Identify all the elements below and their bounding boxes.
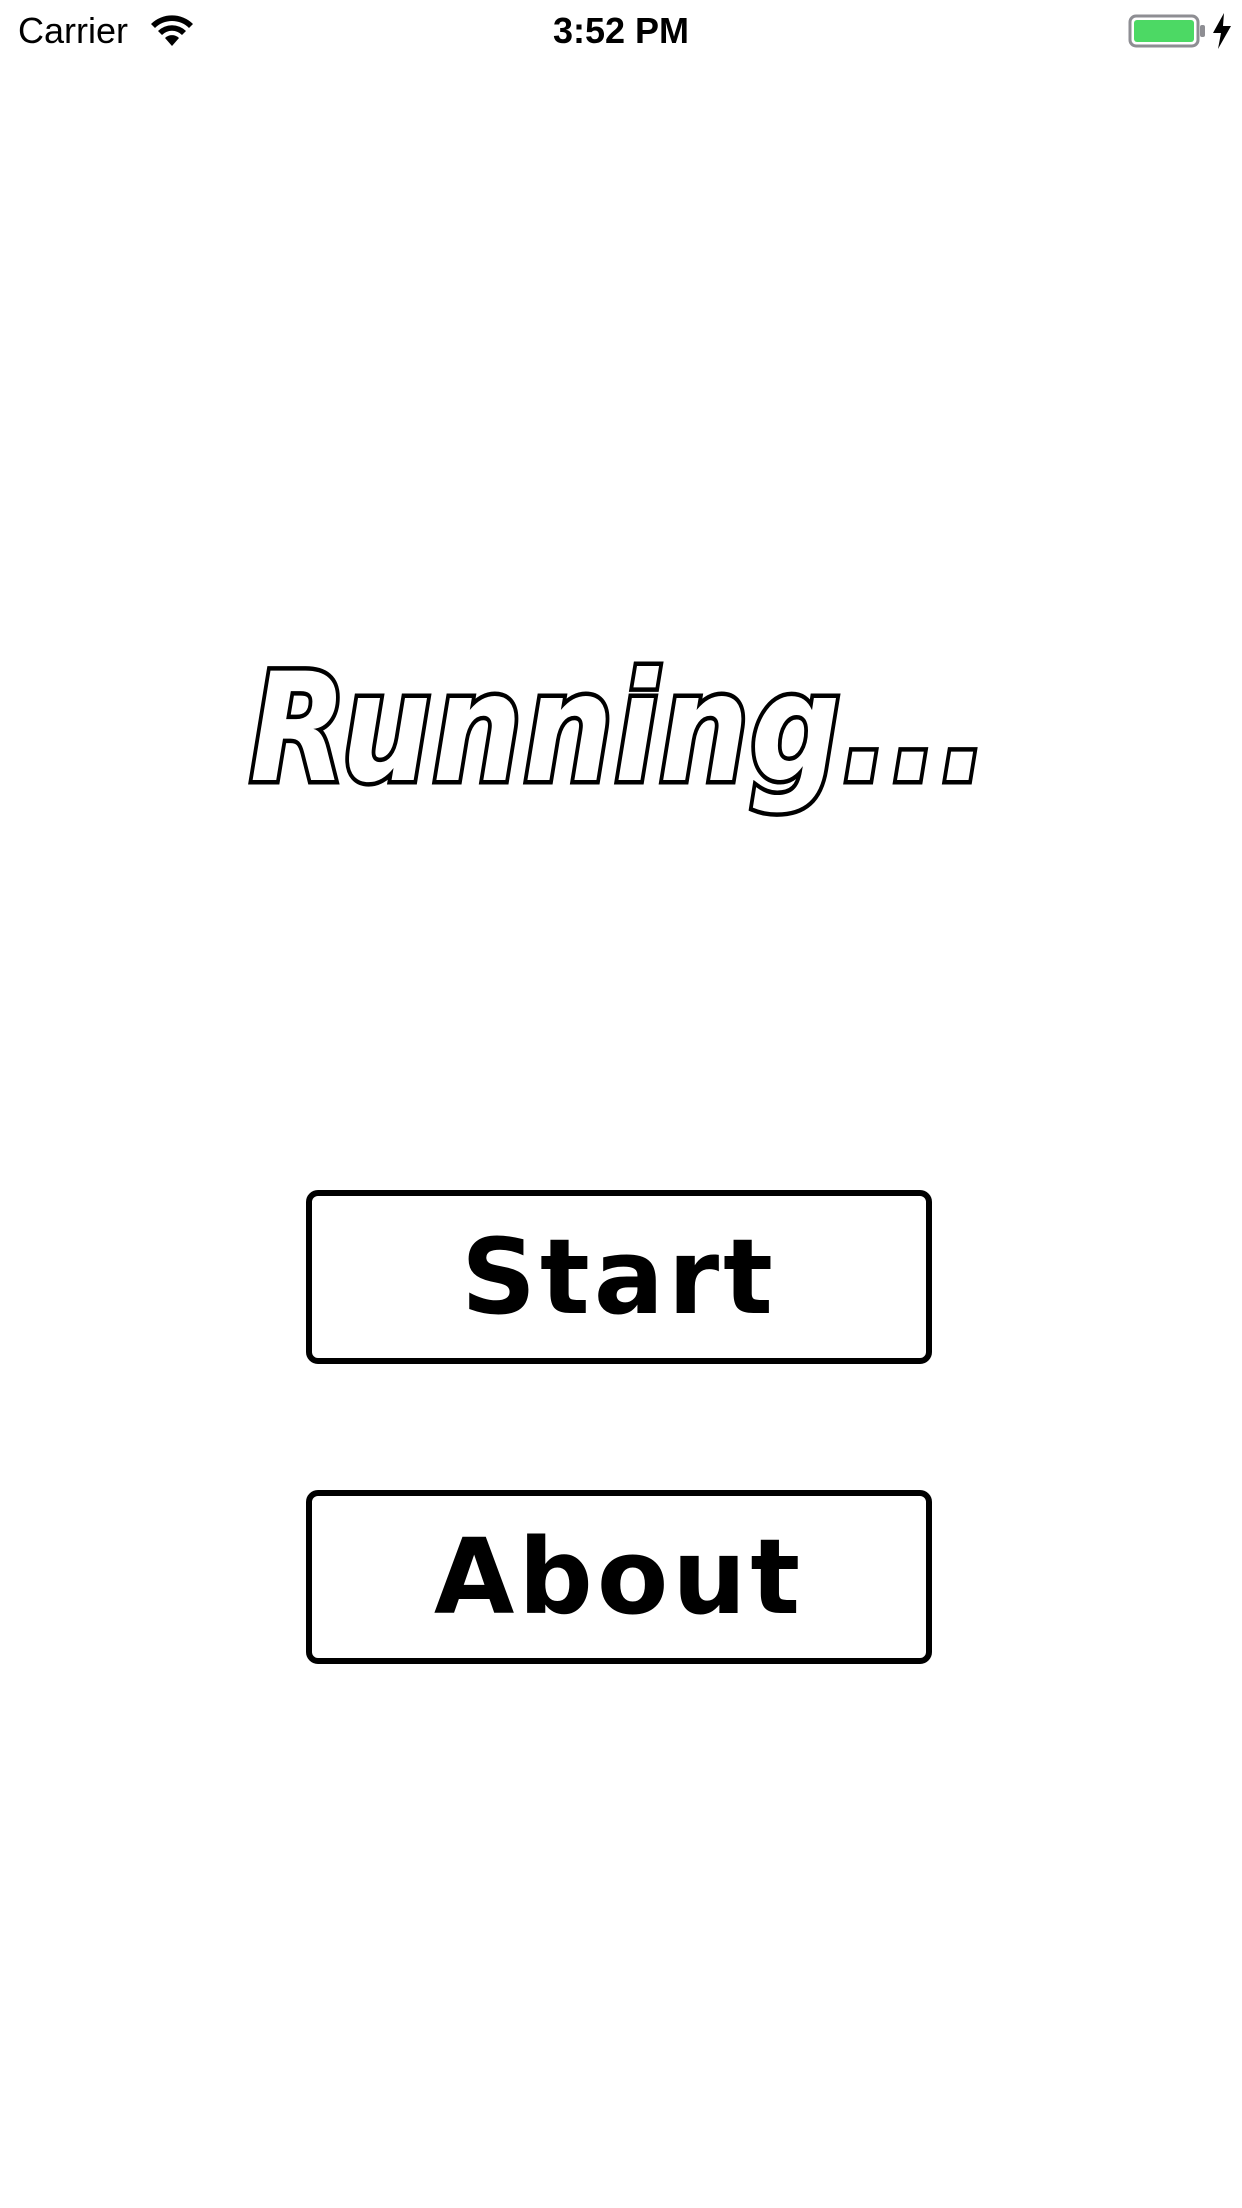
about-button-label: About: [433, 1516, 805, 1638]
game-title-text: Running...: [250, 642, 990, 816]
start-button-label: Start: [461, 1216, 777, 1338]
status-time: 3:52 PM: [552, 10, 690, 51]
game-title: Running...: [240, 630, 1000, 830]
battery-icon: [1128, 14, 1208, 48]
start-button[interactable]: Start: [306, 1190, 932, 1364]
about-button[interactable]: About: [306, 1490, 932, 1664]
status-bar: Carrier 3:52 PM: [0, 0, 1242, 62]
charging-bolt-icon: [1210, 12, 1234, 50]
